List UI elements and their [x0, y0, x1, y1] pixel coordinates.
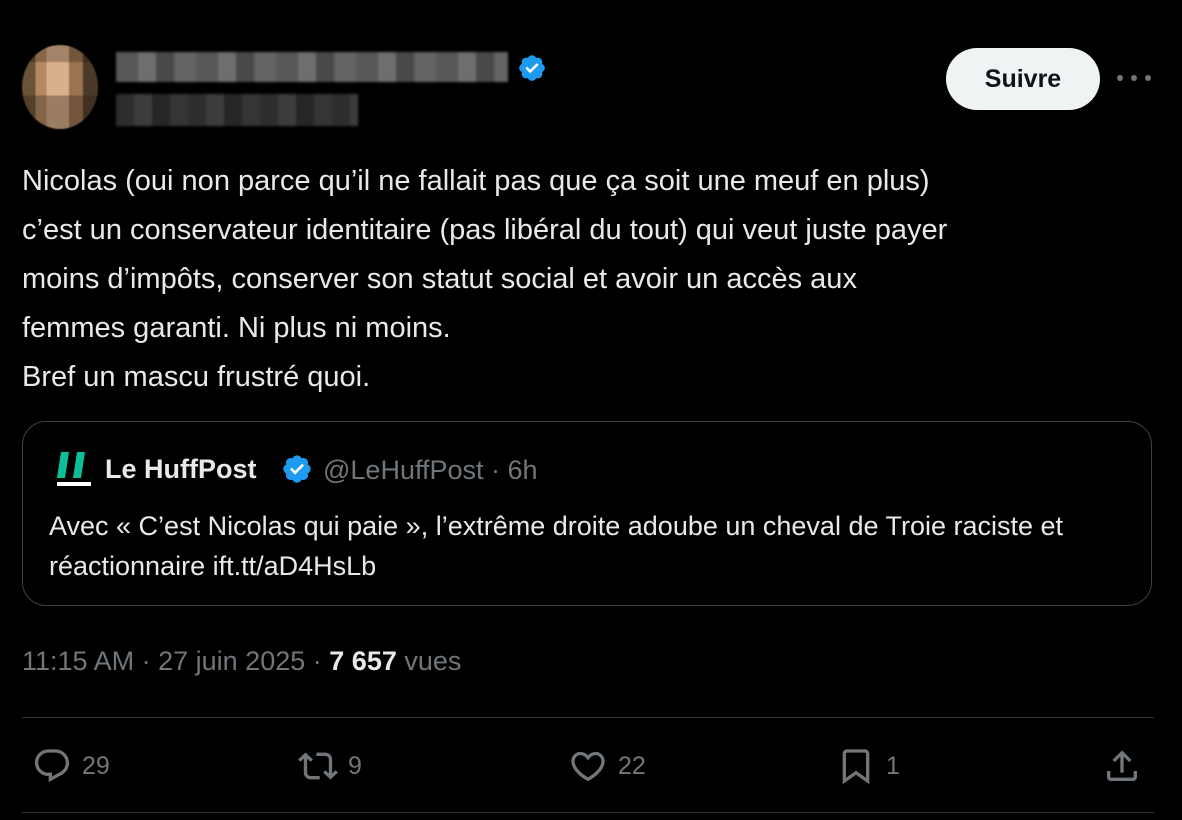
- like-count: 22: [618, 751, 646, 780]
- verified-badge-icon: [283, 455, 311, 483]
- bookmark-count: 1: [886, 751, 900, 780]
- tweet-text: Nicolas (oui non parce qu’il ne fallait …: [22, 165, 948, 393]
- quoted-time[interactable]: 6h: [508, 455, 538, 485]
- follow-button[interactable]: Suivre: [946, 48, 1100, 110]
- avatar[interactable]: [22, 45, 98, 129]
- share-icon: [1107, 750, 1137, 781]
- retweet-count: 9: [348, 751, 362, 780]
- author-handle-blurred: [116, 94, 358, 126]
- retweet-icon: [298, 752, 338, 780]
- quoted-tweet[interactable]: Le HuffPost @LeHuffPost · 6h Avec « C’es…: [22, 421, 1152, 606]
- tweet-date[interactable]: 27 juin 2025: [158, 646, 305, 676]
- quoted-handle[interactable]: @LeHuffPost: [323, 455, 484, 485]
- meta-separator: ·: [312, 646, 322, 676]
- quoted-meta: @LeHuffPost · 6h: [323, 455, 538, 486]
- tweet-meta: 11:15 AM · 27 juin 2025 · 7 657 vues: [22, 646, 461, 677]
- verified-badge-icon: [519, 55, 545, 81]
- quoted-author-name[interactable]: Le HuffPost: [105, 454, 257, 485]
- more-icon[interactable]: [1117, 66, 1151, 90]
- divider: [22, 812, 1154, 813]
- share-button[interactable]: [1102, 746, 1142, 786]
- retweet-button[interactable]: 9: [298, 746, 362, 786]
- bookmark-button[interactable]: 1: [836, 746, 900, 786]
- tweet-time[interactable]: 11:15 AM: [22, 646, 134, 676]
- meta-separator: ·: [491, 455, 501, 485]
- divider: [22, 717, 1154, 718]
- reply-button[interactable]: 29: [32, 746, 110, 786]
- views-label: vues: [404, 646, 462, 676]
- like-icon: [571, 751, 605, 782]
- huffpost-logo-icon: [57, 452, 91, 486]
- meta-separator: ·: [141, 646, 151, 676]
- reply-icon: [34, 749, 70, 783]
- views-count: 7 657: [329, 646, 397, 676]
- reply-count: 29: [82, 751, 110, 780]
- author-name-blurred[interactable]: [116, 52, 508, 82]
- bookmark-icon: [842, 749, 870, 785]
- quoted-text: Avec « C’est Nicolas qui paie », l’extrê…: [49, 511, 1064, 581]
- like-button[interactable]: 22: [568, 746, 646, 786]
